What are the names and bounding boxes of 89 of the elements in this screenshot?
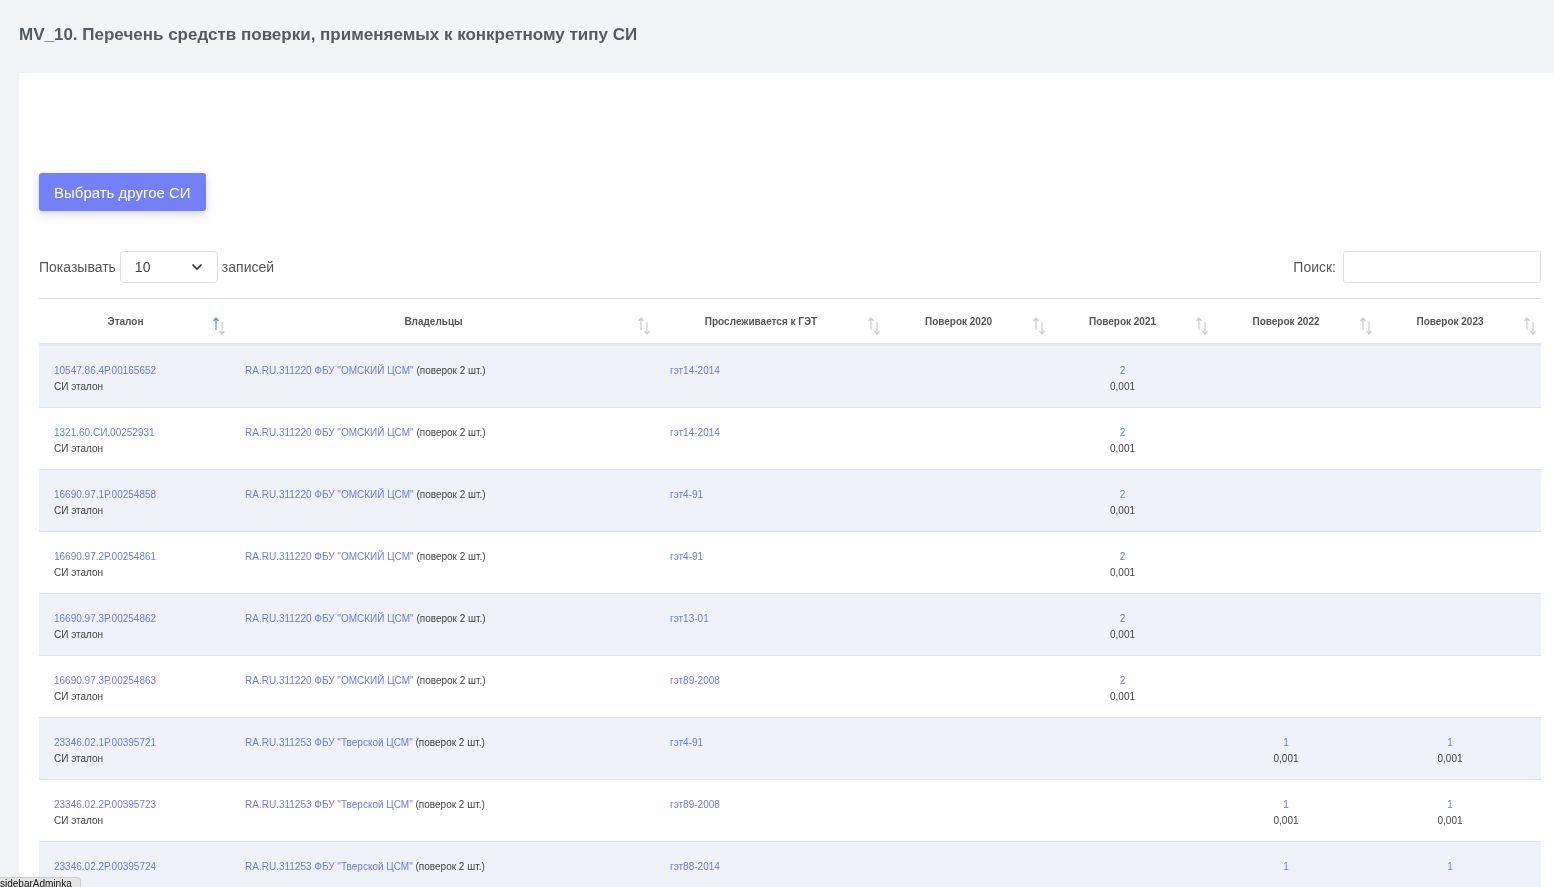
verification-value: 0,001 [1109, 381, 1136, 392]
verification-value: 0,001 [1272, 753, 1300, 764]
sort-icon[interactable] [1523, 317, 1537, 335]
column-header[interactable]: Поверок 2021 [1088, 315, 1157, 327]
verification-count-note: (поверок 2 шт.) [416, 489, 486, 500]
choose-other-button[interactable]: Выбрать другое СИ [39, 173, 206, 211]
owner-link[interactable]: RA.RU.311220 ФБУ "ОМСКИЙ ЦСМ" [245, 613, 414, 624]
column-header[interactable]: Поверок 2020 [924, 315, 993, 327]
show-label: Показывать [39, 259, 116, 275]
page-title: MV_10. Перечень средств поверки, применяемых к конкретному типу СИ [19, 25, 638, 45]
verification-value: 0,001 [1436, 753, 1464, 764]
etalon-type: СИ эталон [54, 443, 105, 454]
owner-link[interactable]: RA.RU.311220 ФБУ "ОМСКИЙ ЦСМ" [245, 427, 414, 438]
etalon-type: СИ эталон [54, 753, 105, 764]
etalon-link[interactable]: 10547.86.4Р.00165652 [54, 365, 157, 376]
column-header[interactable]: Эталон [107, 315, 144, 327]
verification-count-note: (поверок 2 шт.) [416, 427, 486, 438]
owner-link[interactable]: RA.RU.311220 ФБУ "ОМСКИЙ ЦСМ" [245, 675, 414, 686]
etalon-link[interactable]: 23346.02.2Р.00395724 [54, 861, 157, 872]
verification-count-note: (поверок 2 шт.) [416, 613, 486, 624]
column-header[interactable]: Поверок 2023 [1416, 315, 1484, 327]
owner-link[interactable]: RA.RU.311253 ФБУ "Тверской ЦСМ" [245, 799, 413, 810]
status-link-tooltip: sidebarAdminka [0, 877, 81, 887]
verification-count-link[interactable]: 2 [1119, 675, 1126, 686]
etalon-type: СИ эталон [54, 381, 105, 392]
column-header[interactable]: Прослеживается к ГЭТ [704, 315, 818, 327]
page-length-select[interactable]: 10 [119, 251, 218, 283]
verification-value: 0,001 [1109, 691, 1136, 702]
verification-value: 0,001 [1109, 505, 1136, 516]
etalon-link[interactable]: 16690.97.2Р.00254861 [54, 551, 157, 562]
get-link[interactable]: гэт14-2014 [670, 427, 720, 438]
verification-count-note: (поверок 2 шт.) [416, 675, 486, 686]
sort-icon[interactable] [1032, 317, 1046, 335]
etalon-link[interactable]: 16690.97.3Р.00254862 [54, 613, 157, 624]
verification-value: 0,001 [1109, 443, 1136, 454]
get-link[interactable]: гэт13-01 [670, 613, 709, 624]
etalon-link[interactable]: 23346.02.1Р.00395721 [54, 737, 157, 748]
verification-value: 0,001 [1436, 815, 1464, 826]
verification-count-link[interactable]: 2 [1119, 551, 1126, 562]
chevron-down-icon [190, 263, 203, 271]
verification-count-link[interactable]: 1 [1283, 737, 1289, 748]
get-link[interactable]: гэт4-91 [670, 737, 704, 748]
get-link[interactable]: гэт14-2014 [670, 365, 720, 376]
etalon-link[interactable]: 23346.02.2Р.00395723 [54, 799, 157, 810]
verification-count-link[interactable]: 1 [1283, 861, 1289, 872]
column-header[interactable]: Владельцы [404, 315, 463, 327]
verification-count-link[interactable]: 2 [1119, 427, 1126, 438]
sort-icon[interactable] [1195, 317, 1209, 335]
etalon-type: СИ эталон [54, 567, 105, 578]
column-header[interactable]: Поверок 2022 [1252, 315, 1320, 327]
verification-count-link[interactable]: 2 [1119, 365, 1126, 376]
etalon-link[interactable]: 16690.97.3Р.00254863 [54, 675, 157, 686]
etalon-link[interactable]: 16690.97.1Р.00254858 [54, 489, 157, 500]
get-link[interactable]: гэт4-91 [670, 551, 704, 562]
verification-count-link[interactable]: 1 [1447, 737, 1453, 748]
sort-icon[interactable] [867, 317, 881, 335]
verification-value: 0,001 [1109, 629, 1136, 640]
get-link[interactable]: гэт89-2008 [670, 675, 720, 686]
etalon-type: СИ эталон [54, 505, 105, 516]
get-link[interactable]: гэт4-91 [670, 489, 704, 500]
get-link[interactable]: гэт88-2014 [670, 861, 720, 872]
verification-count-note: (поверок 2 шт.) [416, 365, 486, 376]
etalon-type: СИ эталон [54, 815, 105, 826]
verification-count-link[interactable]: 2 [1119, 489, 1126, 500]
verification-count-link[interactable]: 2 [1119, 613, 1126, 624]
sort-icon[interactable] [212, 317, 226, 335]
owner-link[interactable]: RA.RU.311220 ФБУ "ОМСКИЙ ЦСМ" [245, 551, 414, 562]
verification-count-note: (поверок 2 шт.) [415, 737, 485, 748]
etalon-type: СИ эталон [54, 691, 105, 702]
owner-link[interactable]: RA.RU.311253 ФБУ "Тверской ЦСМ" [245, 737, 413, 748]
verification-count-note: (поверок 2 шт.) [416, 551, 486, 562]
owner-link[interactable]: RA.RU.311220 ФБУ "ОМСКИЙ ЦСМ" [245, 365, 414, 376]
verification-count-link[interactable]: 1 [1283, 799, 1289, 810]
search-field[interactable] [1343, 251, 1541, 283]
verification-value: 0,001 [1109, 567, 1136, 578]
etalon-link[interactable]: 1321.60.СИ.00252931 [54, 427, 155, 438]
sort-icon[interactable] [637, 317, 651, 335]
verification-value: 0,001 [1272, 815, 1300, 826]
owner-link[interactable]: RA.RU.311253 ФБУ "Тверской ЦСМ" [245, 861, 413, 872]
verification-count-link[interactable]: 1 [1447, 861, 1453, 872]
owner-link[interactable]: RA.RU.311220 ФБУ "ОМСКИЙ ЦСМ" [245, 489, 414, 500]
verification-count-link[interactable]: 1 [1447, 799, 1453, 810]
records-label: записей [221, 259, 275, 275]
etalon-type: СИ эталон [54, 629, 105, 640]
verification-count-note: (поверок 2 шт.) [415, 799, 485, 810]
search-label: Поиск: [1293, 259, 1336, 275]
sort-icon[interactable] [1359, 317, 1373, 335]
get-link[interactable]: гэт89-2008 [670, 799, 720, 810]
verification-count-note: (поверок 2 шт.) [415, 861, 485, 872]
